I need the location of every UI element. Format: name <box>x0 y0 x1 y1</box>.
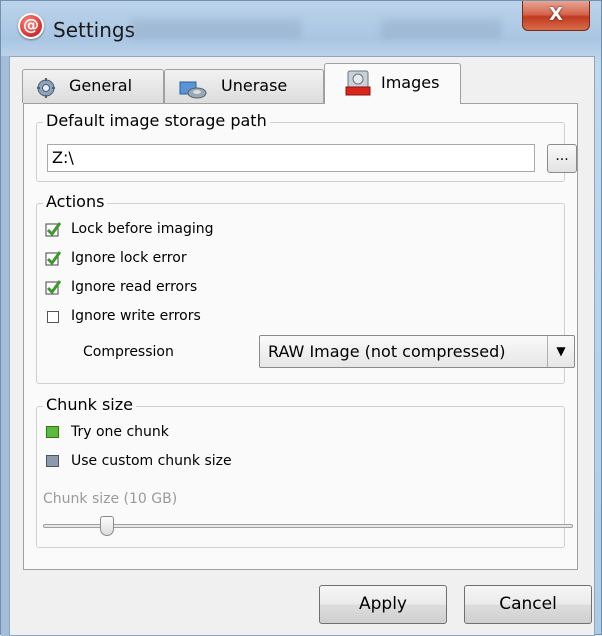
storage-path-input[interactable]: Z:\ <box>47 144 535 172</box>
checkbox-box <box>47 311 59 323</box>
radio-label: Use custom chunk size <box>71 453 232 469</box>
chunk-size-slider-thumb[interactable] <box>99 516 114 536</box>
checkbox-label: Ignore lock error <box>71 250 187 266</box>
window-title: Settings <box>53 18 136 42</box>
chunk-size-slider-track[interactable] <box>43 524 573 528</box>
radio-indicator <box>46 455 59 467</box>
compression-value: RAW Image (not compressed) <box>268 342 506 361</box>
checkbox-label: Lock before imaging <box>71 221 214 237</box>
tab-label: General <box>69 76 133 95</box>
checkmark-icon <box>45 280 61 295</box>
tab-images[interactable]: Images <box>324 63 461 104</box>
chunk-size-label: Chunk size (10 GB) <box>43 491 178 507</box>
window-border <box>1 56 9 636</box>
tab-label: Unerase <box>221 76 288 95</box>
blurred-background <box>131 19 301 39</box>
app-logo-icon <box>18 13 44 39</box>
client-area: General Unerase Images Default image sto… <box>9 56 595 636</box>
images-tab-panel: Default image storage path Z:\ ... Actio… <box>23 103 578 570</box>
title-bar[interactable]: Settings X <box>1 1 602 57</box>
close-button[interactable]: X <box>522 1 590 31</box>
apply-button[interactable]: Apply <box>319 585 447 624</box>
storage-path-group: Default image storage path Z:\ ... <box>36 111 577 182</box>
group-title: Default image storage path <box>43 111 270 130</box>
checkbox-label: Ignore write errors <box>71 308 201 324</box>
disk-image-icon <box>345 70 371 96</box>
group-title: Actions <box>43 192 108 211</box>
gear-icon <box>37 78 55 98</box>
checkbox-label: Ignore read errors <box>71 279 198 295</box>
tab-general[interactable]: General <box>22 69 164 103</box>
chunk-size-group: Chunk size Try one chunk Use custom chun… <box>36 395 573 548</box>
tab-unerase[interactable]: Unerase <box>164 69 324 103</box>
tab-label: Images <box>381 73 440 92</box>
checkmark-icon <box>45 222 61 237</box>
unerase-icon <box>179 81 207 99</box>
settings-window: Settings X General Unerase <box>0 0 602 636</box>
group-title: Chunk size <box>43 395 136 414</box>
compression-label: Compression <box>83 344 174 360</box>
browse-button[interactable]: ... <box>547 144 577 173</box>
checkmark-icon <box>45 251 61 266</box>
radio-label: Try one chunk <box>71 424 169 440</box>
blurred-background <box>381 19 501 39</box>
chevron-down-icon[interactable]: ▼ <box>547 336 574 367</box>
radio-indicator <box>46 426 59 438</box>
cancel-button[interactable]: Cancel <box>464 585 592 624</box>
actions-group: Actions Lock before imaging Ignore lock … <box>36 192 575 384</box>
compression-select[interactable]: RAW Image (not compressed) ▼ <box>259 335 575 368</box>
